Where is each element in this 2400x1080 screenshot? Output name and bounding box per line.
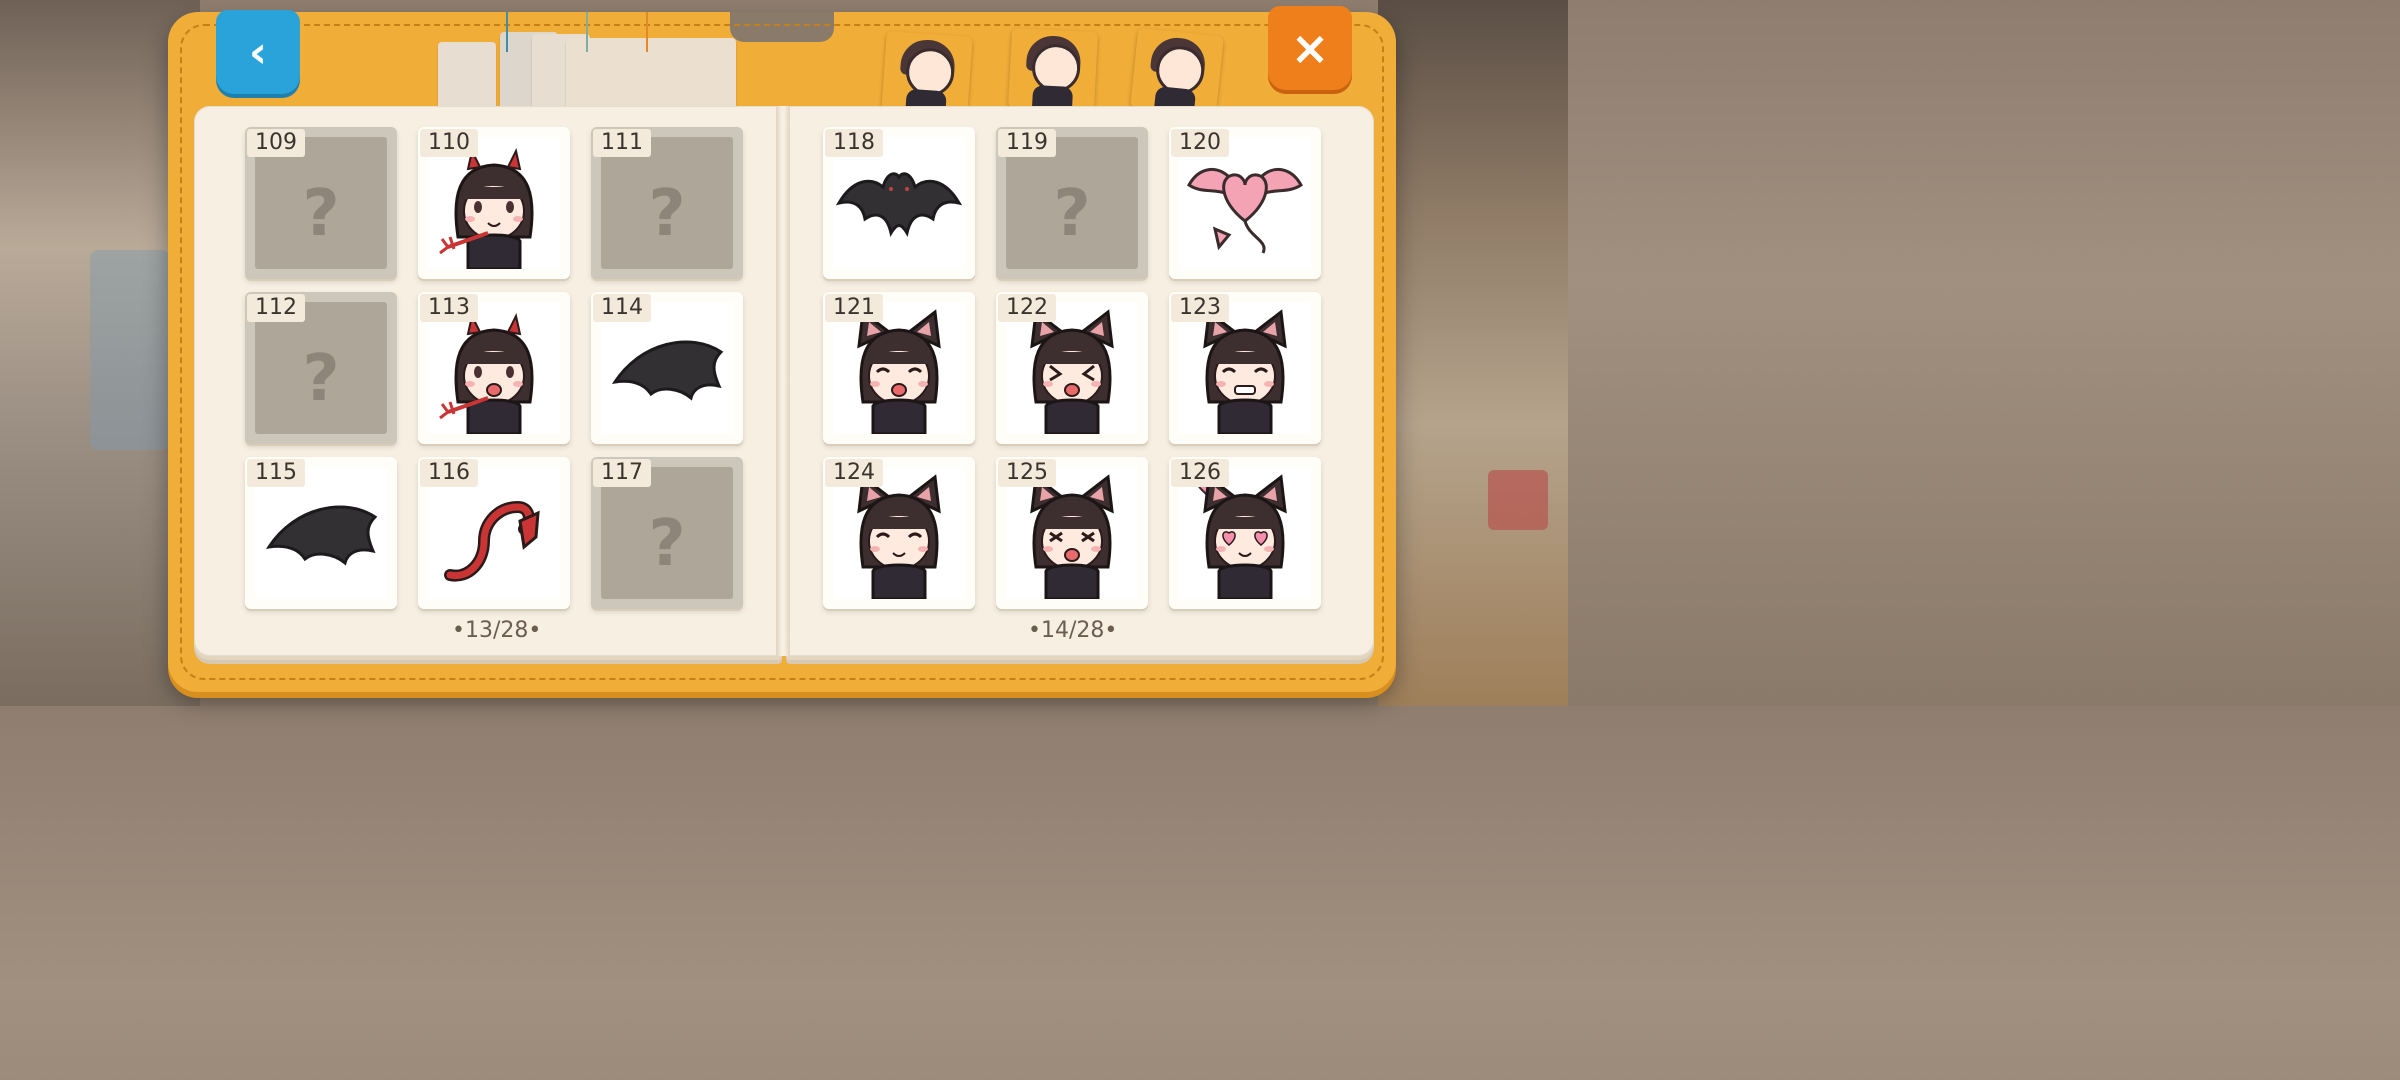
sticker-card-125[interactable]: 125 <box>996 457 1148 609</box>
close-icon: × <box>1290 21 1330 75</box>
sticker-number: 116 <box>420 459 478 487</box>
question-mark-icon: ? <box>302 342 340 416</box>
sticker-number: 112 <box>247 294 305 322</box>
bookmark-tabs <box>436 12 736 122</box>
sticker-grid-left: 109? 110 111? 112? 113 114 115 116 117? <box>245 127 743 609</box>
sticker-number: 120 <box>1171 129 1229 157</box>
question-mark-icon: ? <box>648 177 686 251</box>
sticker-number: 118 <box>825 129 883 157</box>
sticker-card-124[interactable]: 124 <box>823 457 975 609</box>
sticker-card-109[interactable]: 109? <box>245 127 397 279</box>
sticker-number: 111 <box>593 129 651 157</box>
sticker-number: 124 <box>825 459 883 487</box>
sticker-card-111[interactable]: 111? <box>591 127 743 279</box>
bookmark-string <box>506 12 508 52</box>
sticker-number: 113 <box>420 294 478 322</box>
bookmark-string <box>646 12 648 52</box>
album-spine <box>776 106 790 656</box>
character-sticker-3[interactable] <box>1130 28 1224 117</box>
chevron-left-icon: ‹ <box>248 26 268 78</box>
sticker-card-112[interactable]: 112? <box>245 292 397 444</box>
sticker-card-119[interactable]: 119? <box>996 127 1148 279</box>
sticker-card-118[interactable]: 118 <box>823 127 975 279</box>
sticker-number: 110 <box>420 129 478 157</box>
question-mark-icon: ? <box>1053 177 1091 251</box>
sticker-card-110[interactable]: 110 <box>418 127 570 279</box>
sticker-tabs <box>880 28 1240 117</box>
page-indicator-left: •13/28• <box>452 618 542 643</box>
sticker-card-123[interactable]: 123 <box>1169 292 1321 444</box>
sticker-number: 114 <box>593 294 651 322</box>
sticker-card-116[interactable]: 116 <box>418 457 570 609</box>
back-button[interactable]: ‹ <box>216 10 300 94</box>
sticker-number: 109 <box>247 129 305 157</box>
sticker-number: 121 <box>825 294 883 322</box>
page-indicator-right: •14/28• <box>1028 618 1118 643</box>
sticker-card-114[interactable]: 114 <box>591 292 743 444</box>
sticker-number: 123 <box>1171 294 1229 322</box>
sticker-number: 115 <box>247 459 305 487</box>
background-blur-right <box>1378 0 1568 706</box>
close-button[interactable]: × <box>1268 6 1352 90</box>
character-sticker-1[interactable] <box>881 31 972 117</box>
bookmark-string <box>586 12 588 52</box>
sticker-card-121[interactable]: 121 <box>823 292 975 444</box>
sticker-number: 117 <box>593 459 651 487</box>
sticker-card-115[interactable]: 115 <box>245 457 397 609</box>
sticker-grid-right: 118 119? 120 121 122 123 124 125 126 <box>823 127 1321 609</box>
sticker-number: 125 <box>998 459 1056 487</box>
binder-tab-gap <box>730 12 834 42</box>
sticker-number: 126 <box>1171 459 1229 487</box>
character-sticker-2[interactable] <box>1008 28 1098 113</box>
sticker-card-122[interactable]: 122 <box>996 292 1148 444</box>
sticker-number: 122 <box>998 294 1056 322</box>
sticker-number: 119 <box>998 129 1056 157</box>
sticker-card-120[interactable]: 120 <box>1169 127 1321 279</box>
question-mark-icon: ? <box>648 507 686 581</box>
sticker-card-113[interactable]: 113 <box>418 292 570 444</box>
sticker-card-117[interactable]: 117? <box>591 457 743 609</box>
question-mark-icon: ? <box>302 177 340 251</box>
sticker-card-126[interactable]: 126 <box>1169 457 1321 609</box>
